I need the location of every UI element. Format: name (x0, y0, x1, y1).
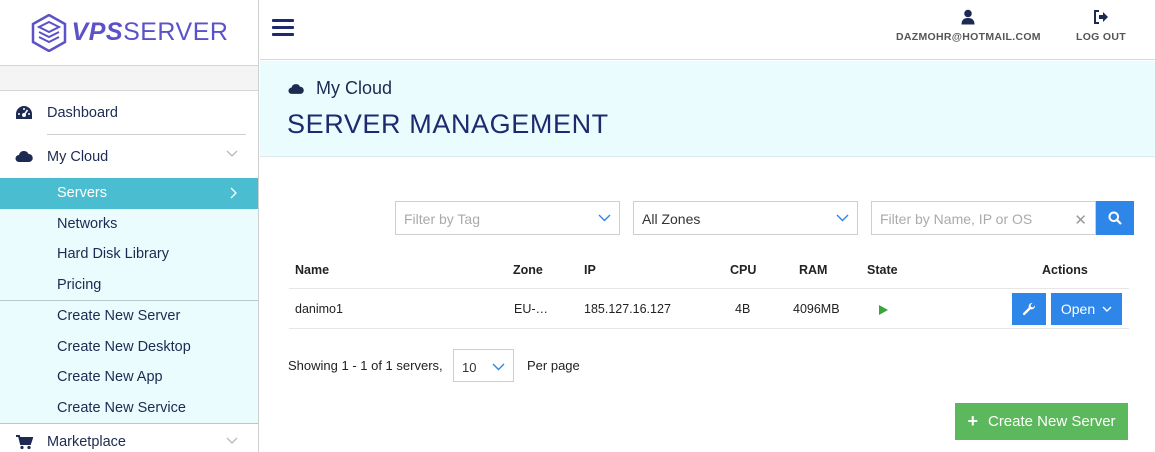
search-placeholder: Filter by Name, IP or OS (880, 211, 1033, 227)
sidebar-item-label: Hard Disk Library (57, 246, 169, 263)
tag-filter-placeholder: Filter by Tag (404, 211, 480, 227)
sidebar: VPSSERVER Dashboard My Cloud Servers Net… (0, 0, 259, 452)
cloud-icon (14, 150, 34, 163)
open-label: Open (1060, 301, 1096, 317)
divider (289, 328, 1129, 329)
menu-toggle-icon[interactable] (272, 19, 294, 40)
server-zone: EU-… (514, 302, 549, 316)
brand-name: VPSSERVER (71, 18, 229, 46)
sidebar-item-marketplace[interactable]: Marketplace (0, 424, 258, 452)
server-cpu: 4B (735, 302, 751, 316)
sidebar-item-create-new-service[interactable]: Create New Service (0, 393, 258, 424)
sidebar-item-label: Networks (57, 215, 118, 232)
wrench-icon (1022, 302, 1036, 316)
pagination-summary: Showing 1 - 1 of 1 servers, (288, 358, 443, 373)
chevron-right-icon (230, 187, 237, 199)
chevron-down-icon (226, 437, 238, 444)
column-header-zone[interactable]: Zone (513, 263, 543, 277)
sidebar-item-create-new-app[interactable]: Create New App (0, 362, 258, 393)
brand-logo[interactable]: VPSSERVER (0, 0, 258, 66)
page-header: My Cloud SERVER MANAGEMENT (260, 61, 1155, 157)
divider (289, 288, 1129, 289)
per-page-label: Per page (527, 358, 580, 373)
create-button-label: Create New Server (987, 413, 1116, 430)
sidebar-item-label: Create New App (57, 369, 163, 386)
server-ip: 185.127.16.127 (584, 302, 671, 316)
logo-icon (31, 13, 66, 52)
dashboard-icon (14, 105, 34, 121)
sidebar-spacer (0, 66, 258, 91)
per-page-select[interactable]: 10 (453, 349, 514, 382)
sign-out-icon (1093, 10, 1108, 24)
sidebar-item-hard-disk-library[interactable]: Hard Disk Library (0, 239, 258, 270)
search-input[interactable]: Filter by Name, IP or OS ✕ (871, 201, 1096, 235)
cloud-icon (288, 83, 304, 94)
user-icon (961, 9, 975, 25)
search-icon (1108, 211, 1122, 225)
sidebar-item-create-new-server[interactable]: Create New Server (0, 301, 258, 332)
column-header-ip[interactable]: IP (584, 263, 596, 277)
plus-icon: + (967, 411, 978, 431)
chevron-down-icon (836, 214, 849, 222)
chevron-down-icon (1102, 306, 1112, 312)
chevron-down-icon (492, 363, 505, 371)
page-title: SERVER MANAGEMENT (287, 109, 609, 139)
sidebar-item-label: Dashboard (47, 104, 118, 121)
logout-link[interactable]: LOG OUT (1076, 9, 1126, 43)
chevron-down-icon (226, 150, 238, 157)
tag-filter-select[interactable]: Filter by Tag (395, 201, 620, 235)
chevron-down-icon (598, 214, 611, 222)
column-header-name[interactable]: Name (295, 263, 329, 277)
clear-icon[interactable]: ✕ (1074, 211, 1087, 229)
create-new-server-button[interactable]: + Create New Server (955, 403, 1128, 440)
per-page-value: 10 (462, 360, 477, 375)
server-ram: 4096MB (793, 302, 840, 316)
column-header-cpu[interactable]: CPU (730, 263, 756, 277)
sidebar-item-create-new-desktop[interactable]: Create New Desktop (0, 332, 258, 363)
sidebar-item-pricing[interactable]: Pricing (0, 270, 258, 301)
running-state-icon (879, 305, 888, 315)
sidebar-item-my-cloud[interactable]: My Cloud (0, 135, 258, 178)
zone-filter-select[interactable]: All Zones (633, 201, 858, 235)
sidebar-item-servers[interactable]: Servers (0, 178, 258, 209)
my-cloud-submenu: Servers Networks Hard Disk Library Prici… (0, 178, 258, 424)
user-email: DAZMOHR@HOTMAIL.COM (896, 31, 1041, 43)
user-account-link[interactable]: DAZMOHR@HOTMAIL.COM (896, 9, 1041, 43)
server-settings-button[interactable] (1012, 293, 1046, 325)
sidebar-item-label: Create New Server (57, 308, 181, 325)
sidebar-item-label: Servers (57, 185, 107, 202)
open-server-dropdown-button[interactable]: Open (1051, 293, 1122, 325)
sidebar-item-networks[interactable]: Networks (0, 209, 258, 240)
sidebar-item-dashboard[interactable]: Dashboard (0, 91, 258, 134)
sidebar-item-label: Create New Service (57, 399, 186, 416)
sidebar-item-label: Create New Desktop (57, 338, 191, 355)
column-header-ram[interactable]: RAM (799, 263, 827, 277)
column-header-state[interactable]: State (867, 263, 898, 277)
sidebar-item-label: Marketplace (47, 434, 126, 450)
logout-label: LOG OUT (1076, 31, 1126, 43)
zone-filter-value: All Zones (642, 211, 701, 227)
server-name[interactable]: danimo1 (295, 302, 343, 316)
breadcrumb[interactable]: My Cloud (288, 78, 392, 99)
cart-icon (14, 434, 34, 450)
breadcrumb-label: My Cloud (316, 78, 393, 98)
topbar: DAZMOHR@HOTMAIL.COM LOG OUT (260, 0, 1155, 60)
search-button[interactable] (1096, 201, 1134, 235)
column-header-actions: Actions (1042, 263, 1088, 277)
sidebar-item-label: My Cloud (47, 148, 109, 165)
sidebar-item-label: Pricing (57, 276, 102, 293)
